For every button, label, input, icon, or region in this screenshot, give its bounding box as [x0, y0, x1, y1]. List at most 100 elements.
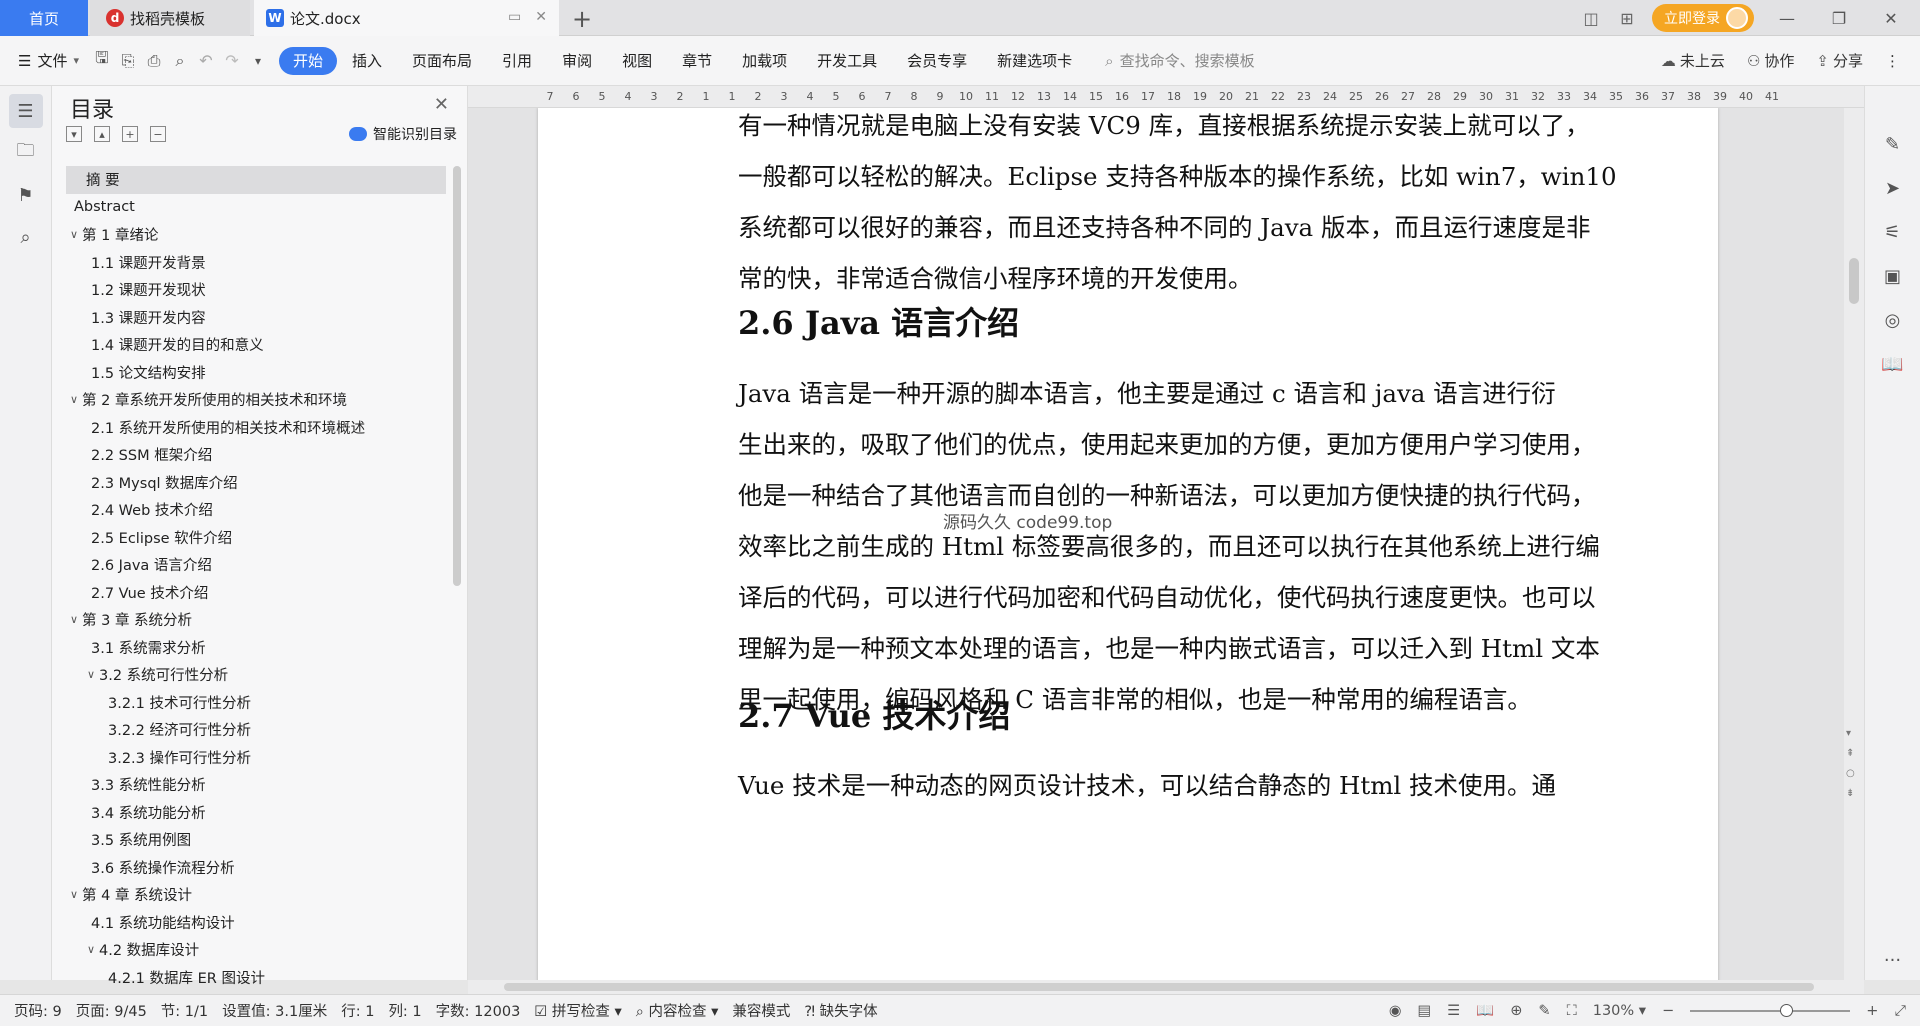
folder-icon[interactable]: 🗀 — [9, 136, 43, 170]
fullscreen-icon[interactable]: ⤢ — [1894, 1003, 1906, 1019]
tab-document[interactable]: W 论文.docx ▭ ✕ — [254, 0, 559, 36]
toc-item[interactable]: 1.5 论文结构安排 — [66, 359, 446, 387]
tab-home[interactable]: 首页 — [0, 0, 88, 36]
print-icon[interactable]: ⎙ — [141, 48, 167, 74]
chevron-down-icon[interactable]: ∨ — [83, 943, 99, 956]
book-icon[interactable]: 📖 — [1875, 346, 1911, 382]
toc-item[interactable]: 1.4 课题开发的目的和意义 — [66, 331, 446, 359]
chevron-down-icon[interactable]: ∨ — [83, 668, 99, 681]
toc-panel-icon[interactable]: ☰ — [8, 94, 43, 128]
spell-check-button[interactable]: ☑ 拼写检查 ▾ — [534, 1000, 622, 1021]
chevron-down-icon[interactable]: ∨ — [66, 228, 82, 241]
eye-icon[interactable]: ◉ — [1389, 1003, 1402, 1019]
toc-item[interactable]: 3.2.1 技术可行性分析 — [66, 689, 446, 717]
toc-item[interactable]: 2.3 Mysql 数据库介绍 — [66, 469, 446, 497]
toc-item[interactable]: 3.2.3 操作可行性分析 — [66, 744, 446, 772]
toc-item[interactable]: 3.2.2 经济可行性分析 — [66, 716, 446, 744]
tab-member[interactable]: 会员专享 — [892, 47, 982, 75]
toc-item[interactable]: 3.3 系统性能分析 — [66, 771, 446, 799]
toc-item[interactable]: 2.6 Java 语言介绍 — [66, 551, 446, 579]
add-item-icon[interactable]: + — [122, 126, 138, 142]
collapse-all-icon[interactable]: ▴ — [94, 126, 110, 142]
toc-item[interactable]: 2.5 Eclipse 软件介绍 — [66, 524, 446, 552]
cloud-button[interactable]: ☁ 未上云 — [1661, 50, 1725, 71]
toc-item[interactable]: 2.1 系统开发所使用的相关技术和环境概述 — [66, 414, 446, 442]
select-browse-icon[interactable]: ○ — [1846, 768, 1855, 779]
tab-close-icon[interactable]: ✕ — [535, 9, 547, 25]
customize-icon[interactable]: ▾ — [245, 48, 271, 74]
zoom-knob[interactable] — [1780, 1003, 1794, 1017]
toc-scrollbar[interactable] — [453, 166, 461, 586]
tab-insert[interactable]: 插入 — [337, 47, 397, 75]
scroll-thumb[interactable] — [1849, 258, 1859, 304]
toc-item[interactable]: 4.2.1 数据库 ER 图设计 — [66, 964, 446, 992]
restore-icon[interactable]: ❐ — [1820, 9, 1858, 28]
chevron-down-icon[interactable]: ∨ — [66, 888, 82, 901]
sliders-icon[interactable]: ⚟ — [1875, 214, 1911, 250]
zoom-level[interactable]: 130% ▾ — [1593, 1003, 1646, 1019]
pointer-icon[interactable]: ➤ — [1875, 170, 1911, 206]
tab-view[interactable]: 视图 — [607, 47, 667, 75]
minimize-icon[interactable]: — — [1768, 9, 1806, 28]
toc-item[interactable]: 3.1 系统需求分析 — [66, 634, 446, 662]
write-view-icon[interactable]: ✎ — [1538, 1003, 1550, 1019]
expand-all-icon[interactable]: ▾ — [66, 126, 82, 142]
tab-developer[interactable]: 开发工具 — [802, 47, 892, 75]
bookmark-icon[interactable]: ⚑ — [9, 178, 43, 212]
redo-icon[interactable]: ↷ — [219, 48, 245, 74]
print-preview-icon[interactable]: ⌕ — [167, 48, 193, 74]
fit-page-icon[interactable]: ⛶ — [1567, 1003, 1577, 1019]
find-icon[interactable]: ⌕ — [9, 220, 43, 254]
toc-item[interactable]: 2.7 Vue 技术介绍 — [66, 579, 446, 607]
toc-item[interactable]: 2.2 SSM 框架介绍 — [66, 441, 446, 469]
scroll-down-icon[interactable]: ▾ — [1846, 728, 1851, 739]
zoom-in-icon[interactable]: + — [1866, 1003, 1878, 1019]
tab-page-layout[interactable]: 页面布局 — [397, 47, 487, 75]
toc-item[interactable]: 1.2 课题开发现状 — [66, 276, 446, 304]
web-view-icon[interactable]: ⊕ — [1510, 1003, 1522, 1019]
toc-item[interactable]: 3.6 系统操作流程分析 — [66, 854, 446, 882]
read-view-icon[interactable]: 📖 — [1476, 1002, 1494, 1019]
toc-item[interactable]: 1.3 课题开发内容 — [66, 304, 446, 332]
smart-toc-button[interactable]: 智能识别目录 — [349, 124, 457, 144]
status-words[interactable]: 字数: 12003 — [436, 1000, 521, 1021]
next-page-icon[interactable]: ⇟ — [1846, 788, 1854, 799]
status-pages[interactable]: 页面: 9/45 — [76, 1000, 147, 1021]
tab-start[interactable]: 开始 — [279, 46, 338, 75]
compass-icon[interactable]: ◎ — [1875, 302, 1911, 338]
toc-item[interactable]: Abstract — [66, 194, 446, 222]
save-icon[interactable]: 🖫 — [89, 48, 115, 74]
document-page[interactable]: 有一种情况就是电脑上没有安装 VC9 库，直接根据系统提示安装上就可以了， 一般都… — [538, 108, 1718, 980]
tab-addins[interactable]: 加载项 — [727, 47, 802, 75]
zoom-out-icon[interactable]: − — [1662, 1003, 1674, 1019]
hscroll-thumb[interactable] — [504, 983, 1814, 991]
collab-button[interactable]: ⚇ 协作 — [1747, 50, 1794, 71]
toc-item[interactable]: 3.4 系统功能分析 — [66, 799, 446, 827]
prev-page-icon[interactable]: ⇞ — [1846, 748, 1854, 759]
tab-section[interactable]: 章节 — [667, 47, 727, 75]
toc-item[interactable]: ∨ 第 2 章系统开发所使用的相关技术和环境 — [66, 386, 446, 414]
toc-item[interactable]: ∨ 第 1 章绪论 — [66, 221, 446, 249]
export-icon[interactable]: ⎘ — [115, 48, 141, 74]
vertical-scrollbar[interactable]: ▾ ⇞ ○ ⇟ — [1844, 108, 1864, 980]
share-button[interactable]: ⇪ 分享 — [1816, 50, 1863, 71]
undo-icon[interactable]: ↶ — [193, 48, 219, 74]
chevron-down-icon[interactable]: ∨ — [66, 613, 82, 626]
toc-item[interactable]: 4.1 系统功能结构设计 — [66, 909, 446, 937]
layout-icon[interactable]: ◫ — [1580, 9, 1602, 28]
toc-item[interactable]: 摘 要 — [66, 166, 446, 194]
tab-references[interactable]: 引用 — [487, 47, 547, 75]
remove-item-icon[interactable]: − — [150, 126, 166, 142]
tab-review[interactable]: 审阅 — [547, 47, 607, 75]
close-icon[interactable]: ✕ — [434, 94, 449, 115]
zoom-slider[interactable] — [1690, 1003, 1851, 1017]
content-check-button[interactable]: ⌕ 内容检查 ▾ — [636, 1000, 719, 1021]
toc-item[interactable]: ∨ 第 3 章 系统分析 — [66, 606, 446, 634]
toc-item[interactable]: 3.5 系统用例图 — [66, 826, 446, 854]
new-tab-button[interactable]: + — [572, 5, 592, 33]
tab-new[interactable]: 新建选项卡 — [982, 47, 1087, 75]
tab-monitor-icon[interactable]: ▭ — [508, 9, 521, 25]
file-menu[interactable]: ☰ 文件 ▾ — [18, 50, 79, 71]
toc-item[interactable]: 1.1 课题开发背景 — [66, 249, 446, 277]
more-horizontal-icon[interactable]: ··· — [1875, 942, 1911, 978]
